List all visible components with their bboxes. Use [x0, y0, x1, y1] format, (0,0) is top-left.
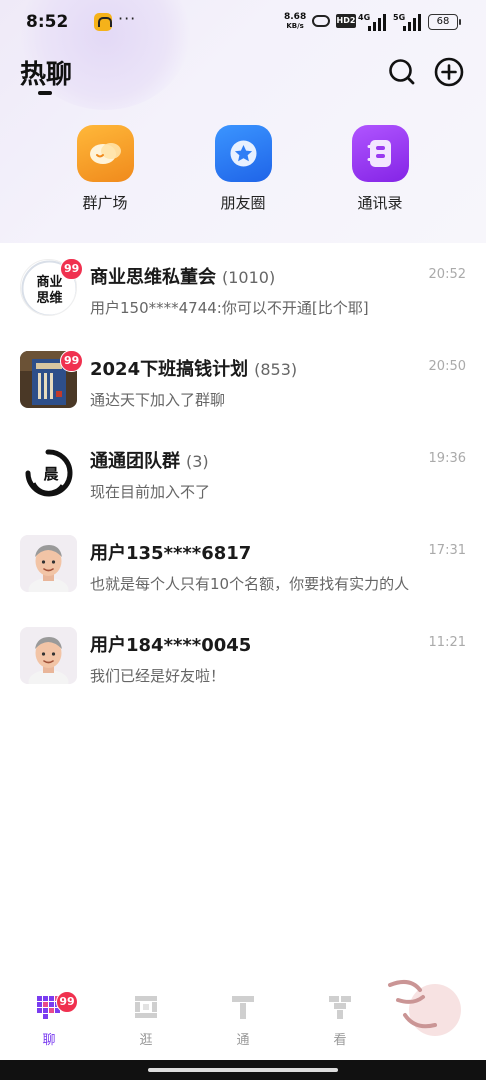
contact-book-icon — [351, 125, 409, 182]
chat-name-text: 通通团队群 — [90, 451, 180, 472]
member-count: (853) — [254, 360, 298, 379]
tab-label: 逛 — [139, 1033, 153, 1048]
chat-name-text: 商业思维私董会 — [90, 267, 216, 288]
home-indicator[interactable] — [148, 1068, 338, 1072]
search-button[interactable] — [386, 56, 418, 88]
hotspot-link-icon — [312, 15, 330, 27]
shortcut-label: 通讯录 — [357, 194, 403, 212]
chat-time: 11:21 — [428, 635, 466, 650]
signal-4g-icon: 4G — [358, 13, 388, 31]
shortcut-label: 朋友圈 — [220, 194, 266, 212]
chat-row[interactable]: 商业 思维 99 商业思维私董会 (1010) 20:52 用户150****47… — [0, 243, 486, 335]
chat-time: 20:50 — [428, 359, 466, 374]
chat-name-text: 2024下班搞钱计划 — [90, 359, 249, 380]
chat-last-message: 也就是每个人只有10个名额，你要找有实力的人 — [90, 575, 410, 593]
chat-row[interactable]: 99 2024下班搞钱计划 (853) 20:50 通达天下加入了群聊 — [0, 335, 486, 427]
watch-tab-icon — [326, 993, 354, 1021]
hd-voice-icon: HD2 — [336, 14, 356, 28]
chat-row[interactable]: 用户184****0045 11:21 我们已经是好友啦！ — [0, 611, 486, 703]
app-notification-icon — [94, 13, 112, 31]
chat-row[interactable]: 用户135****6817 17:31 也就是每个人只有10个名额，你要找有实力… — [0, 519, 486, 611]
svg-text:思维: 思维 — [36, 290, 62, 306]
svg-text:商业: 商业 — [36, 274, 62, 290]
watermark-stamp — [380, 965, 470, 1050]
chat-name: 用户184****0045 — [90, 631, 251, 657]
chat-last-message: 用户150****4744:你可以不开通[比个耶] — [90, 299, 369, 317]
page-title: 热聊 — [20, 60, 73, 90]
chat-last-message: 通达天下加入了群聊 — [90, 391, 226, 409]
user-avatar — [20, 535, 77, 592]
tab-connect[interactable]: 通 — [213, 993, 273, 1048]
chat-name: 用户135****6817 — [90, 539, 251, 565]
svg-text:晨: 晨 — [43, 465, 59, 483]
star-circle-icon — [214, 125, 272, 182]
add-button[interactable] — [433, 56, 465, 88]
status-time: 8:52 — [26, 12, 69, 32]
unread-badge: 99 — [60, 258, 84, 280]
member-count: (1010) — [222, 268, 276, 287]
shortcut-label: 群广场 — [82, 194, 128, 212]
tab-watch[interactable]: 看 — [310, 993, 370, 1048]
signal-5g-label: 5G — [393, 13, 406, 22]
shortcut-moments[interactable]: 朋友圈 — [193, 125, 293, 213]
tab-label: 通 — [236, 1033, 250, 1048]
signal-5g-icon: 5G — [393, 13, 423, 31]
network-speed-value: 8.68 — [284, 12, 307, 22]
chat-name: 2024下班搞钱计划 (853) — [90, 355, 297, 381]
chat-time: 20:52 — [428, 267, 466, 282]
chat-time: 19:36 — [428, 451, 466, 466]
network-speed-unit: KB/s — [286, 22, 304, 30]
battery-icon: 68 — [428, 14, 461, 30]
network-speed: 8.68 KB/s — [284, 13, 306, 31]
chat-time: 17:31 — [428, 543, 466, 558]
browse-tab-icon — [132, 993, 160, 1021]
status-bar: 8:52 ··· 8.68 KB/s HD2 4G 5G 68 — [0, 0, 486, 44]
chat-name-text: 用户135****6817 — [90, 543, 252, 564]
member-count: (3) — [186, 452, 209, 471]
shortcut-contacts[interactable]: 通讯录 — [330, 125, 430, 213]
tab-browse[interactable]: 逛 — [116, 993, 176, 1048]
group-avatar: 晨 — [20, 443, 77, 500]
tab-label: 聊 — [42, 1033, 56, 1048]
unread-badge: 99 — [60, 350, 84, 372]
plus-circle-icon — [434, 57, 464, 87]
connect-tab-icon — [229, 993, 257, 1021]
chat-row[interactable]: 晨 通通团队群 (3) 19:36 现在目前加入不了 — [0, 427, 486, 519]
chat-last-message: 现在目前加入不了 — [90, 483, 211, 501]
shortcut-group-square[interactable]: 群广场 — [55, 125, 155, 213]
search-icon — [389, 59, 415, 85]
chat-bubbles-icon — [76, 125, 134, 182]
user-avatar — [20, 627, 77, 684]
title-underline — [38, 91, 52, 95]
tab-label: 看 — [333, 1033, 347, 1048]
chat-name: 通通团队群 (3) — [90, 447, 209, 473]
chat-name: 商业思维私董会 (1010) — [90, 263, 275, 289]
chat-name-text: 用户184****0045 — [90, 635, 252, 656]
signal-4g-label: 4G — [358, 13, 371, 22]
more-notifications: ··· — [118, 9, 137, 28]
chat-last-message: 我们已经是好友啦！ — [90, 667, 226, 685]
unread-badge: 99 — [56, 991, 78, 1013]
